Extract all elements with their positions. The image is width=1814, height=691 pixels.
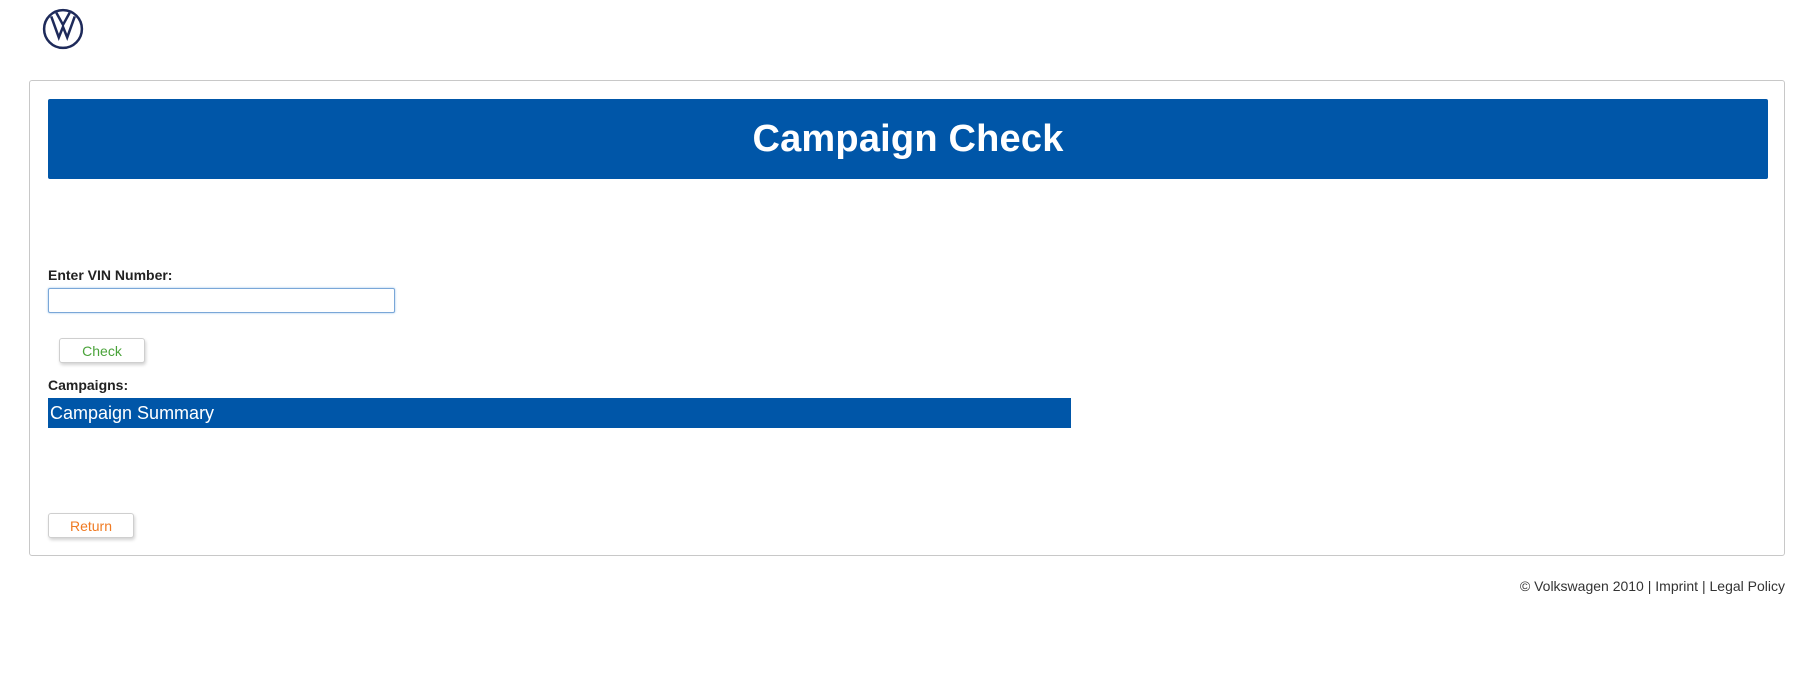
imprint-link[interactable]: Imprint [1655, 578, 1698, 594]
campaigns-label: Campaigns: [48, 377, 129, 393]
check-button[interactable]: Check [59, 338, 145, 363]
vin-label: Enter VIN Number: [48, 267, 173, 283]
volkswagen-logo-icon [42, 8, 84, 50]
return-button[interactable]: Return [48, 513, 134, 538]
footer-separator: | [1698, 578, 1710, 594]
legal-policy-link[interactable]: Legal Policy [1710, 578, 1786, 594]
copyright-text: © Volkswagen 2010 [1519, 578, 1644, 594]
footer-separator: | [1643, 578, 1656, 594]
campaign-summary-header: Campaign Summary [48, 398, 1071, 428]
page-title: Campaign Check [48, 99, 1768, 179]
campaign-check-panel: Campaign Check Enter VIN Number: Check C… [29, 80, 1785, 556]
vin-input[interactable] [48, 288, 395, 313]
footer: © Volkswagen 2010 | Imprint | Legal Poli… [1520, 578, 1785, 594]
